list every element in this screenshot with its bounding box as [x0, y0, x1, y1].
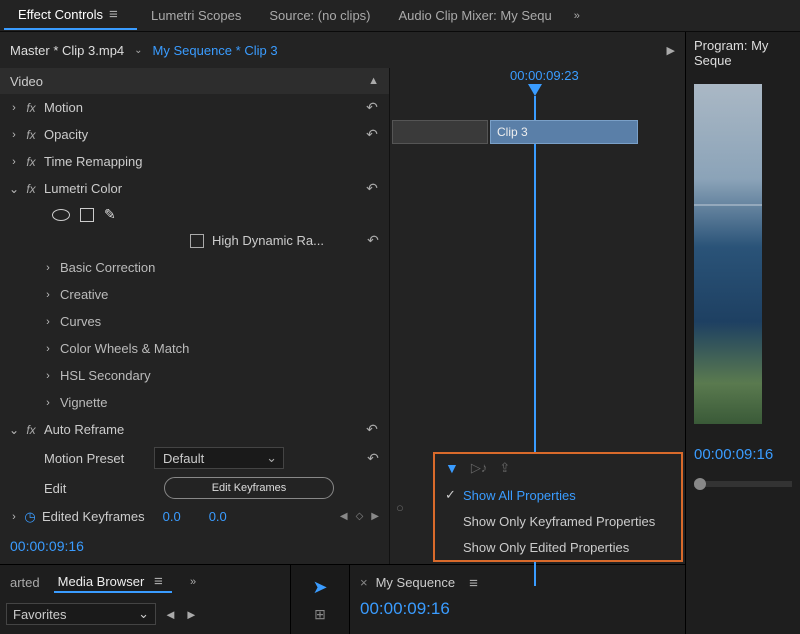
twirl-icon[interactable]: ⌄: [6, 423, 22, 437]
lumetri-creative[interactable]: Creative: [56, 287, 383, 302]
menu-show-keyframed-properties[interactable]: Show Only Keyframed Properties: [435, 508, 681, 534]
keyframe-value-y[interactable]: 0.0: [209, 509, 227, 524]
tab-audio-mixer[interactable]: Audio Clip Mixer: My Sequ: [385, 2, 566, 29]
twirl-icon[interactable]: ›: [6, 156, 22, 168]
pen-mask-icon[interactable]: ✎: [104, 206, 116, 223]
play-icon[interactable]: ▶: [667, 44, 675, 57]
reset-icon[interactable]: ↶: [361, 421, 383, 438]
next-keyframe-icon[interactable]: ▶: [371, 511, 379, 522]
reset-icon[interactable]: ↶: [361, 180, 383, 197]
close-tab-icon[interactable]: ×: [360, 575, 368, 590]
tab-source[interactable]: Source: (no clips): [255, 2, 384, 29]
edited-keyframes-label[interactable]: Edited Keyframes: [38, 509, 145, 524]
selection-tool-icon[interactable]: ➤: [312, 577, 327, 598]
fx-icon[interactable]: fx: [22, 128, 40, 142]
menu-icon[interactable]: [469, 576, 483, 588]
check-icon: ✓: [445, 487, 463, 503]
twirl-icon[interactable]: ›: [40, 397, 56, 409]
tab-partial[interactable]: arted: [6, 573, 44, 592]
hdr-checkbox[interactable]: [190, 234, 204, 248]
tab-program-monitor[interactable]: Program: My Seque: [694, 38, 792, 74]
lumetri-curves[interactable]: Curves: [56, 314, 383, 329]
sequence-tab[interactable]: My Sequence: [376, 575, 456, 590]
export-icon[interactable]: ⇪: [499, 460, 510, 476]
lumetri-vignette[interactable]: Vignette: [56, 395, 383, 410]
forward-icon[interactable]: ►: [185, 607, 198, 622]
lumetri-color-wheels[interactable]: Color Wheels & Match: [56, 341, 383, 356]
effect-lumetri-color[interactable]: Lumetri Color: [40, 181, 361, 196]
twirl-icon[interactable]: ›: [6, 511, 22, 523]
master-clip-label: Master * Clip 3.mp4: [10, 43, 124, 58]
motion-preset-dropdown[interactable]: Default: [154, 447, 284, 469]
favorites-dropdown[interactable]: Favorites: [6, 603, 156, 625]
sequence-clip-label[interactable]: My Sequence * Clip 3: [153, 43, 278, 58]
stopwatch-icon[interactable]: ◷: [22, 509, 38, 525]
rect-mask-icon[interactable]: [80, 208, 94, 222]
menu-icon[interactable]: [109, 7, 123, 19]
twirl-icon[interactable]: ›: [40, 316, 56, 328]
menu-icon[interactable]: [154, 574, 168, 586]
ellipse-mask-icon[interactable]: [52, 209, 70, 221]
reset-icon[interactable]: ↶: [367, 232, 389, 249]
clip-bar[interactable]: Clip 3: [490, 120, 638, 144]
reset-icon[interactable]: ↶: [367, 450, 389, 467]
motion-preset-label: Motion Preset: [44, 451, 154, 466]
edit-label: Edit: [44, 481, 154, 496]
timeline-gap: [392, 120, 488, 144]
edit-keyframes-button[interactable]: Edit Keyframes: [164, 477, 334, 499]
lumetri-basic-correction[interactable]: Basic Correction: [56, 260, 383, 275]
reset-icon[interactable]: ↶: [361, 99, 383, 116]
master-dropdown-icon[interactable]: ⌄: [134, 45, 142, 56]
back-icon[interactable]: ◄: [164, 607, 177, 622]
filter-properties-menu: ▼ ▷♪ ⇪ ✓ Show All Properties Show Only K…: [433, 452, 683, 562]
track-select-icon[interactable]: ⊞: [314, 606, 326, 623]
collapse-icon[interactable]: ▲: [368, 75, 379, 87]
overflow-icon[interactable]: »: [182, 576, 204, 588]
fx-icon[interactable]: fx: [22, 423, 40, 437]
zoom-handle-left[interactable]: ○: [396, 500, 404, 512]
playhead-icon[interactable]: [528, 84, 542, 96]
current-timecode[interactable]: 00:00:09:16: [0, 530, 389, 562]
tab-lumetri-scopes[interactable]: Lumetri Scopes: [137, 2, 255, 29]
pin-icon[interactable]: ▷♪: [471, 460, 488, 476]
keyframe-value-x[interactable]: 0.0: [163, 509, 181, 524]
program-preview: [694, 84, 762, 424]
twirl-icon[interactable]: ⌄: [6, 182, 22, 196]
overflow-icon[interactable]: »: [566, 10, 588, 22]
program-timecode[interactable]: 00:00:09:16: [694, 446, 792, 463]
menu-show-all-properties[interactable]: ✓ Show All Properties: [435, 482, 681, 508]
twirl-icon[interactable]: ›: [40, 343, 56, 355]
fx-icon[interactable]: fx: [22, 101, 40, 115]
lumetri-hsl-secondary[interactable]: HSL Secondary: [56, 368, 383, 383]
prev-keyframe-icon[interactable]: ◀: [340, 511, 348, 522]
effect-motion[interactable]: Motion: [40, 100, 361, 115]
effect-time-remapping[interactable]: Time Remapping: [40, 154, 383, 169]
tab-effect-controls[interactable]: Effect Controls: [4, 1, 137, 30]
sequence-timecode[interactable]: 00:00:09:16: [360, 599, 675, 619]
twirl-icon[interactable]: ›: [40, 370, 56, 382]
twirl-icon[interactable]: ›: [40, 289, 56, 301]
twirl-icon[interactable]: ›: [6, 102, 22, 114]
reset-icon[interactable]: ↶: [361, 126, 383, 143]
program-zoom-slider[interactable]: [694, 481, 792, 487]
effect-auto-reframe[interactable]: Auto Reframe: [40, 422, 361, 437]
tab-media-browser[interactable]: Media Browser: [54, 572, 172, 593]
effect-opacity[interactable]: Opacity: [40, 127, 361, 142]
twirl-icon[interactable]: ›: [6, 129, 22, 141]
filter-icon[interactable]: ▼: [445, 460, 459, 476]
video-header: Video: [10, 74, 43, 89]
playhead-timecode: 00:00:09:23: [510, 68, 579, 83]
twirl-icon[interactable]: ›: [40, 262, 56, 274]
hdr-label: High Dynamic Ra...: [212, 233, 324, 248]
fx-icon[interactable]: fx: [22, 155, 40, 169]
fx-icon[interactable]: fx: [22, 182, 40, 196]
menu-show-edited-properties[interactable]: Show Only Edited Properties: [435, 534, 681, 560]
add-keyframe-icon[interactable]: ◇: [356, 511, 364, 522]
